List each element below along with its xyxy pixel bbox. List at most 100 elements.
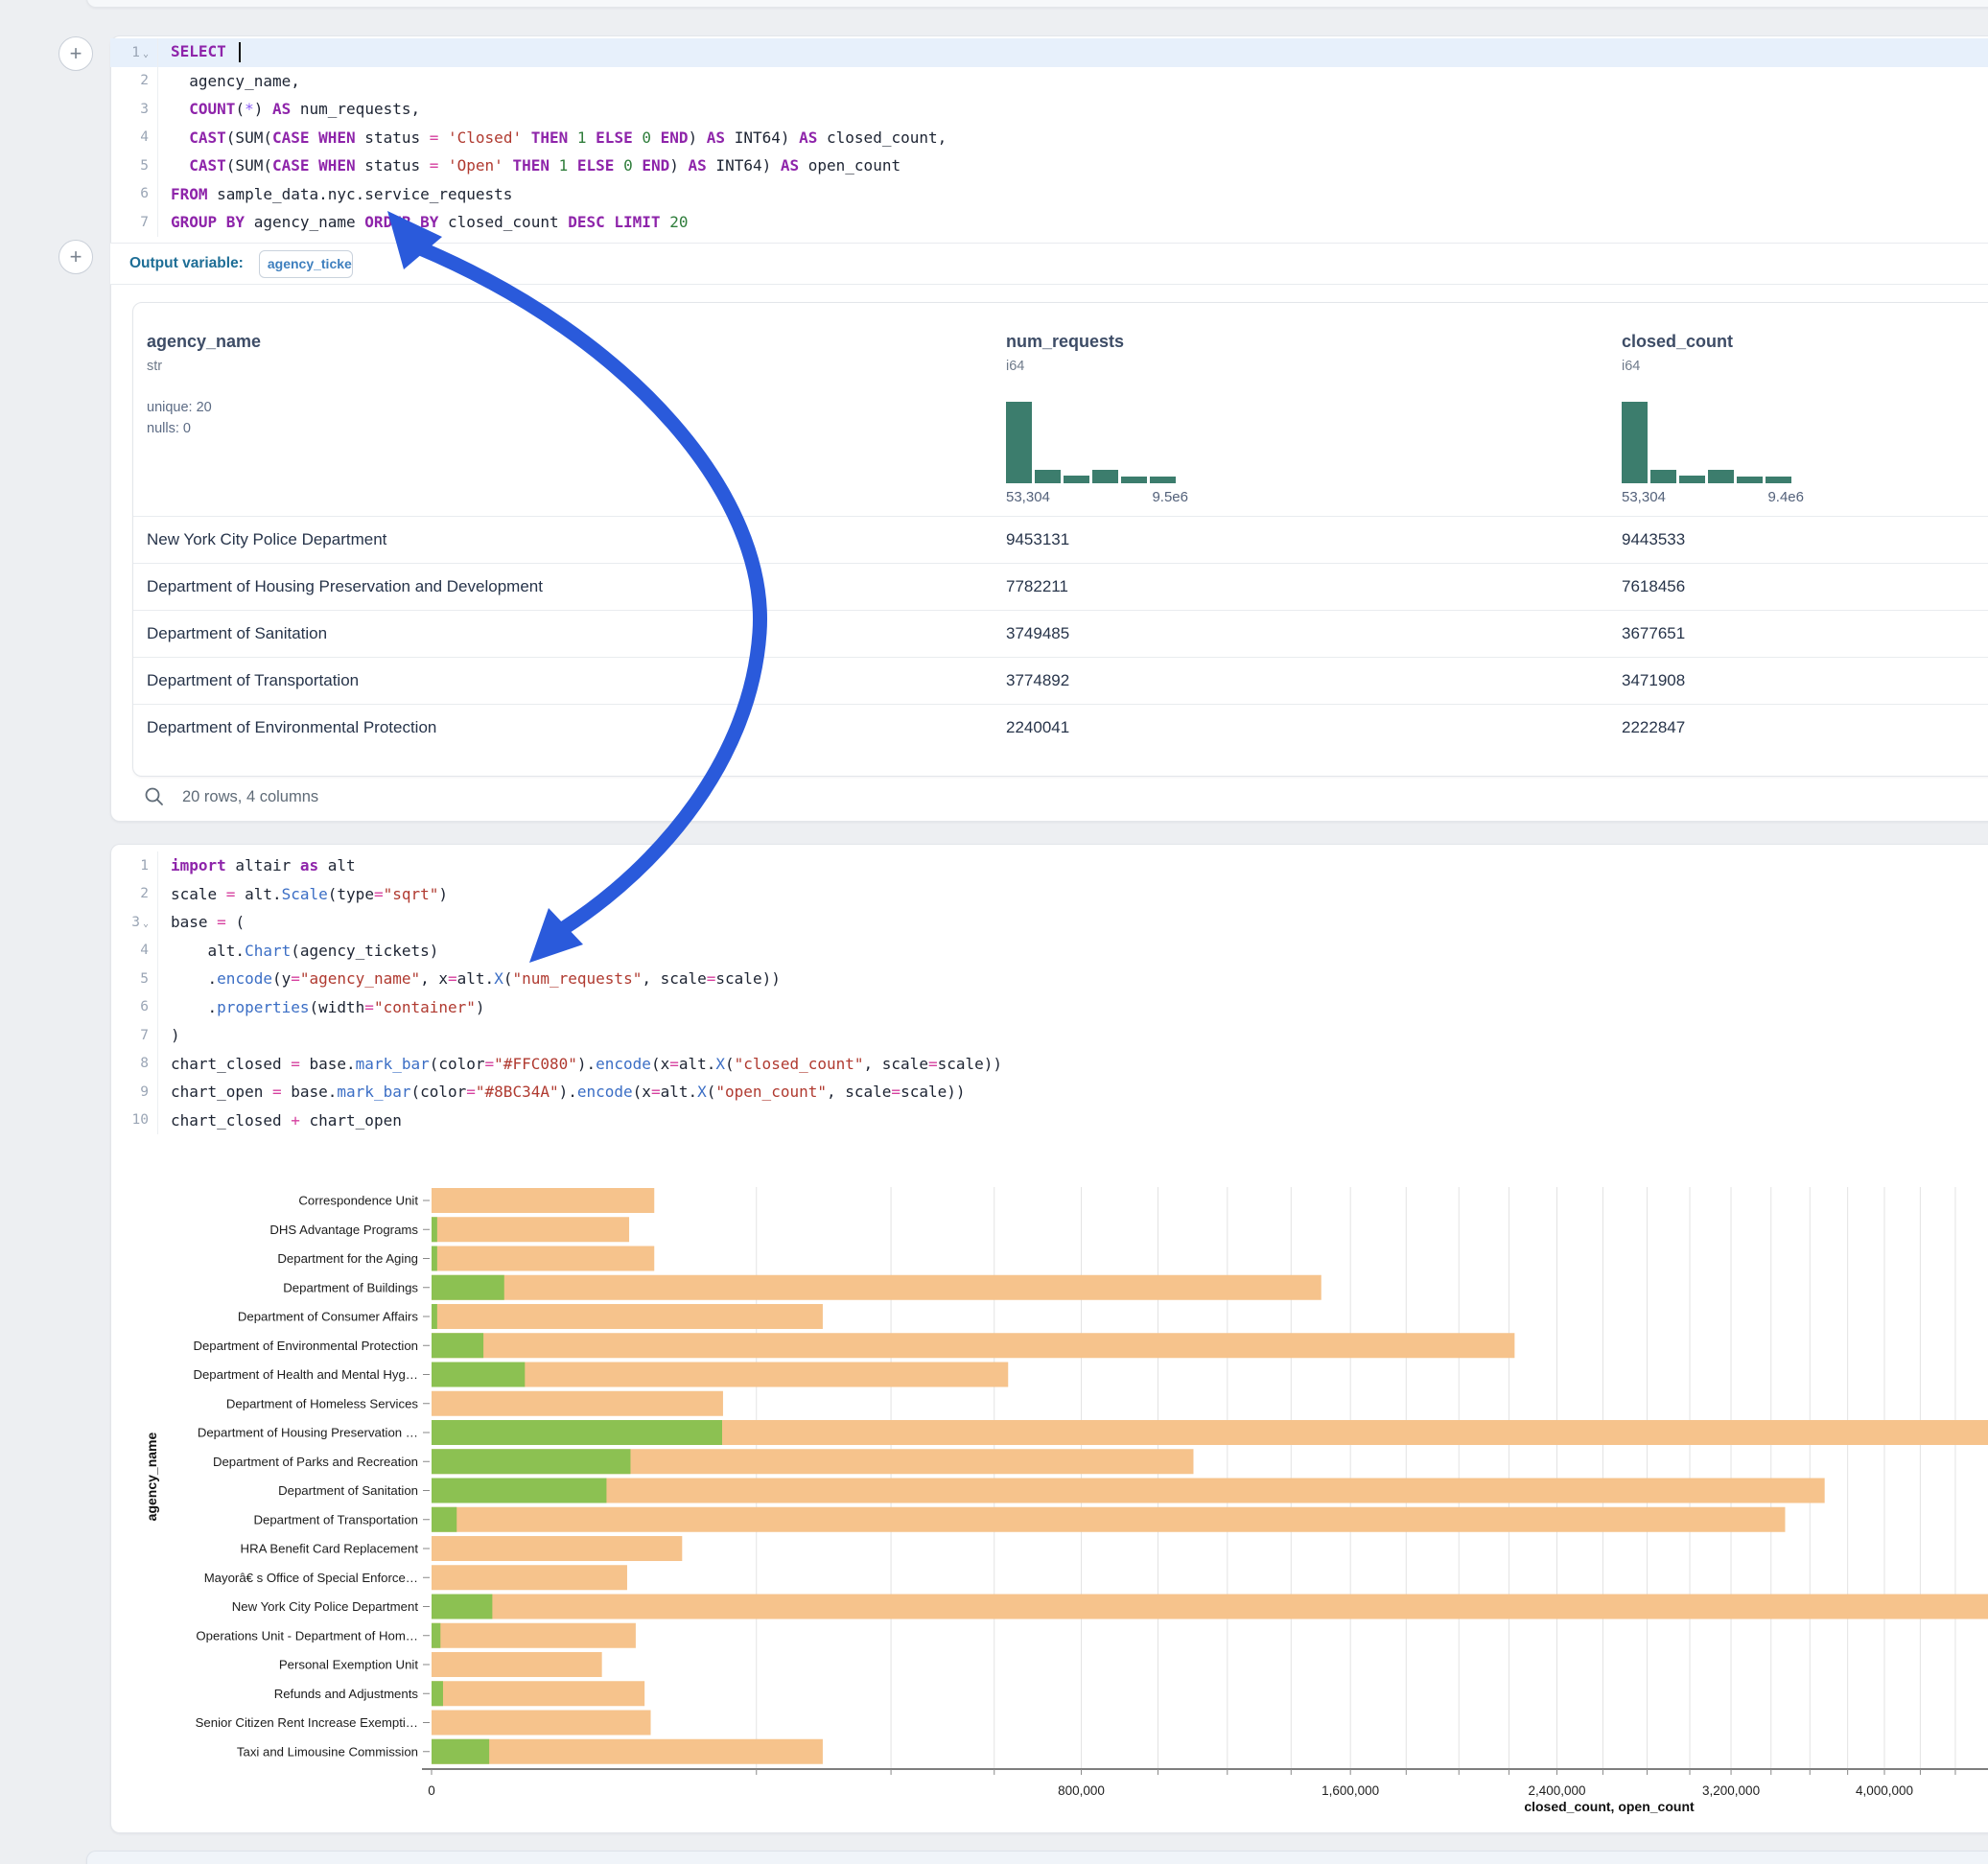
code-token: CASE	[272, 156, 310, 175]
table-row[interactable]: Department of Transportation377489234719…	[133, 657, 1988, 705]
sql-code-editor[interactable]: 1⌄SELECT 2 agency_name,3 COUNT(*) AS num…	[110, 38, 1988, 237]
code-token: (width	[310, 998, 365, 1016]
code-token: AS	[799, 128, 817, 147]
code-line[interactable]: 10chart_closed + chart_open	[110, 1107, 1988, 1135]
code-token: "num_requests"	[512, 969, 642, 988]
line-number: 6	[110, 180, 158, 209]
output-variable-label: Output variable:	[129, 255, 244, 272]
code-token	[587, 128, 596, 147]
histogram-bar	[1035, 470, 1061, 483]
search-icon[interactable]	[144, 786, 165, 807]
code-line[interactable]: 7GROUP BY agency_name ORDER BY closed_co…	[110, 208, 1988, 237]
code-line[interactable]: 5 .encode(y="agency_name", x=alt.X("num_…	[110, 965, 1988, 993]
code-token: ORDER BY	[364, 213, 438, 231]
histogram-bar	[1679, 476, 1705, 483]
code-line[interactable]: 6 .properties(width="container")	[110, 993, 1988, 1022]
fold-chevron-icon[interactable]: ⌄	[143, 49, 149, 59]
code-token: chart_open	[300, 1111, 402, 1130]
y-axis-label: Department of Consumer Affairs	[238, 1310, 419, 1324]
code-token: encode	[217, 969, 272, 988]
bar-closed	[432, 1623, 636, 1648]
code-line[interactable]: 3 COUNT(*) AS num_requests,	[110, 95, 1988, 124]
histogram-bar	[1064, 476, 1089, 483]
code-token: END	[661, 128, 689, 147]
code-line[interactable]: 1⌄SELECT	[110, 38, 1988, 67]
code-line[interactable]: 4 CAST(SUM(CASE WHEN status = 'Closed' T…	[110, 124, 1988, 152]
add-cell-button-2[interactable]: +	[58, 240, 93, 274]
code-token: WHEN	[318, 128, 356, 147]
table-row[interactable]: Department of Sanitation37494853677651	[133, 610, 1988, 658]
code-token: .	[171, 969, 217, 988]
histogram-bar	[1006, 402, 1032, 483]
code-token: (	[235, 100, 245, 118]
table-cell: Department of Sanitation	[147, 624, 327, 643]
y-axis-label: Department of Parks and Recreation	[213, 1455, 418, 1469]
code-token: (color	[430, 1055, 485, 1073]
code-line[interactable]: 3⌄base = (	[110, 908, 1988, 937]
code-token: LIMIT	[614, 213, 660, 231]
bar-closed	[432, 1565, 627, 1590]
line-number: 4	[110, 937, 158, 966]
code-line[interactable]: 2 agency_name,	[110, 67, 1988, 96]
y-axis-label: Department of Transportation	[253, 1512, 418, 1526]
code-token: THEN	[531, 128, 569, 147]
code-token	[568, 156, 577, 175]
fold-chevron-icon[interactable]: ⌄	[143, 919, 149, 929]
code-line[interactable]: 2scale = alt.Scale(type="sqrt")	[110, 880, 1988, 909]
code-token: , scale	[864, 1055, 928, 1073]
code-token: WHEN	[318, 156, 356, 175]
bar-closed	[432, 1188, 654, 1213]
x-tick-label: 1,600,000	[1321, 1783, 1379, 1798]
code-token: alt.	[661, 1083, 698, 1101]
bar-closed	[432, 1739, 823, 1764]
code-text: )	[158, 1026, 180, 1044]
output-variable-pill[interactable]: agency_tickets	[259, 250, 353, 278]
code-token: (	[226, 913, 245, 931]
column-name[interactable]: num_requests	[1006, 332, 1124, 352]
table-row[interactable]: New York City Police Department945313194…	[133, 516, 1988, 564]
code-line[interactable]: 7)	[110, 1021, 1988, 1050]
table-row[interactable]: Department of Housing Preservation and D…	[133, 563, 1988, 611]
bar-closed	[432, 1217, 629, 1242]
table-row[interactable]: Department of Environmental Protection22…	[133, 704, 1988, 752]
code-line[interactable]: 4 alt.Chart(agency_tickets)	[110, 937, 1988, 966]
python-code-editor[interactable]: 1import altair as alt2scale = alt.Scale(…	[110, 851, 1988, 1134]
code-token: =	[669, 1055, 679, 1073]
histogram-min-label: 53,304	[1006, 489, 1050, 505]
line-number: 3⌄	[110, 908, 158, 937]
output-variable-row: Output variable: agency_tickets	[110, 243, 1988, 285]
y-axis-label: Refunds and Adjustments	[274, 1687, 419, 1701]
code-line[interactable]: 5 CAST(SUM(CASE WHEN status = 'Open' THE…	[110, 151, 1988, 180]
x-tick-label: 3,200,000	[1702, 1783, 1760, 1798]
histogram-min-label: 53,304	[1622, 489, 1666, 505]
table-cell: New York City Police Department	[147, 530, 386, 549]
column-name[interactable]: agency_name	[147, 332, 261, 352]
y-axis-label: Department of Health and Mental Hyg…	[193, 1367, 418, 1382]
code-line[interactable]: 9chart_open = base.mark_bar(color="#8BC3…	[110, 1078, 1988, 1107]
column-name[interactable]: closed_count	[1622, 332, 1733, 352]
code-token	[226, 42, 236, 60]
code-text: scale = alt.Scale(type="sqrt")	[158, 885, 448, 903]
histogram-bar	[1650, 470, 1676, 483]
x-axis-title: closed_count, open_count	[1524, 1799, 1695, 1814]
code-line[interactable]: 6FROM sample_data.nyc.service_requests	[110, 180, 1988, 209]
code-token: 1	[577, 128, 587, 147]
code-token: num_requests,	[291, 100, 420, 118]
add-cell-button[interactable]: +	[58, 36, 93, 71]
y-axis-label: Operations Unit - Department of Hom…	[196, 1628, 418, 1643]
bar-open	[432, 1479, 606, 1503]
histogram-bar	[1622, 402, 1648, 483]
code-line[interactable]: 1import altair as alt	[110, 851, 1988, 880]
bar-closed	[432, 1275, 1321, 1300]
histogram-bar	[1708, 470, 1734, 483]
code-line[interactable]: 8chart_closed = base.mark_bar(color="#FF…	[110, 1050, 1988, 1079]
histogram-bar	[1737, 477, 1763, 483]
code-text: COUNT(*) AS num_requests,	[158, 100, 420, 118]
table-cell: 3774892	[1006, 671, 1069, 690]
line-number: 2	[110, 67, 158, 96]
code-text: import altair as alt	[158, 856, 356, 874]
code-token: X	[715, 1055, 725, 1073]
code-token	[633, 156, 643, 175]
text-cursor	[239, 42, 241, 62]
code-token: CAST	[189, 156, 226, 175]
